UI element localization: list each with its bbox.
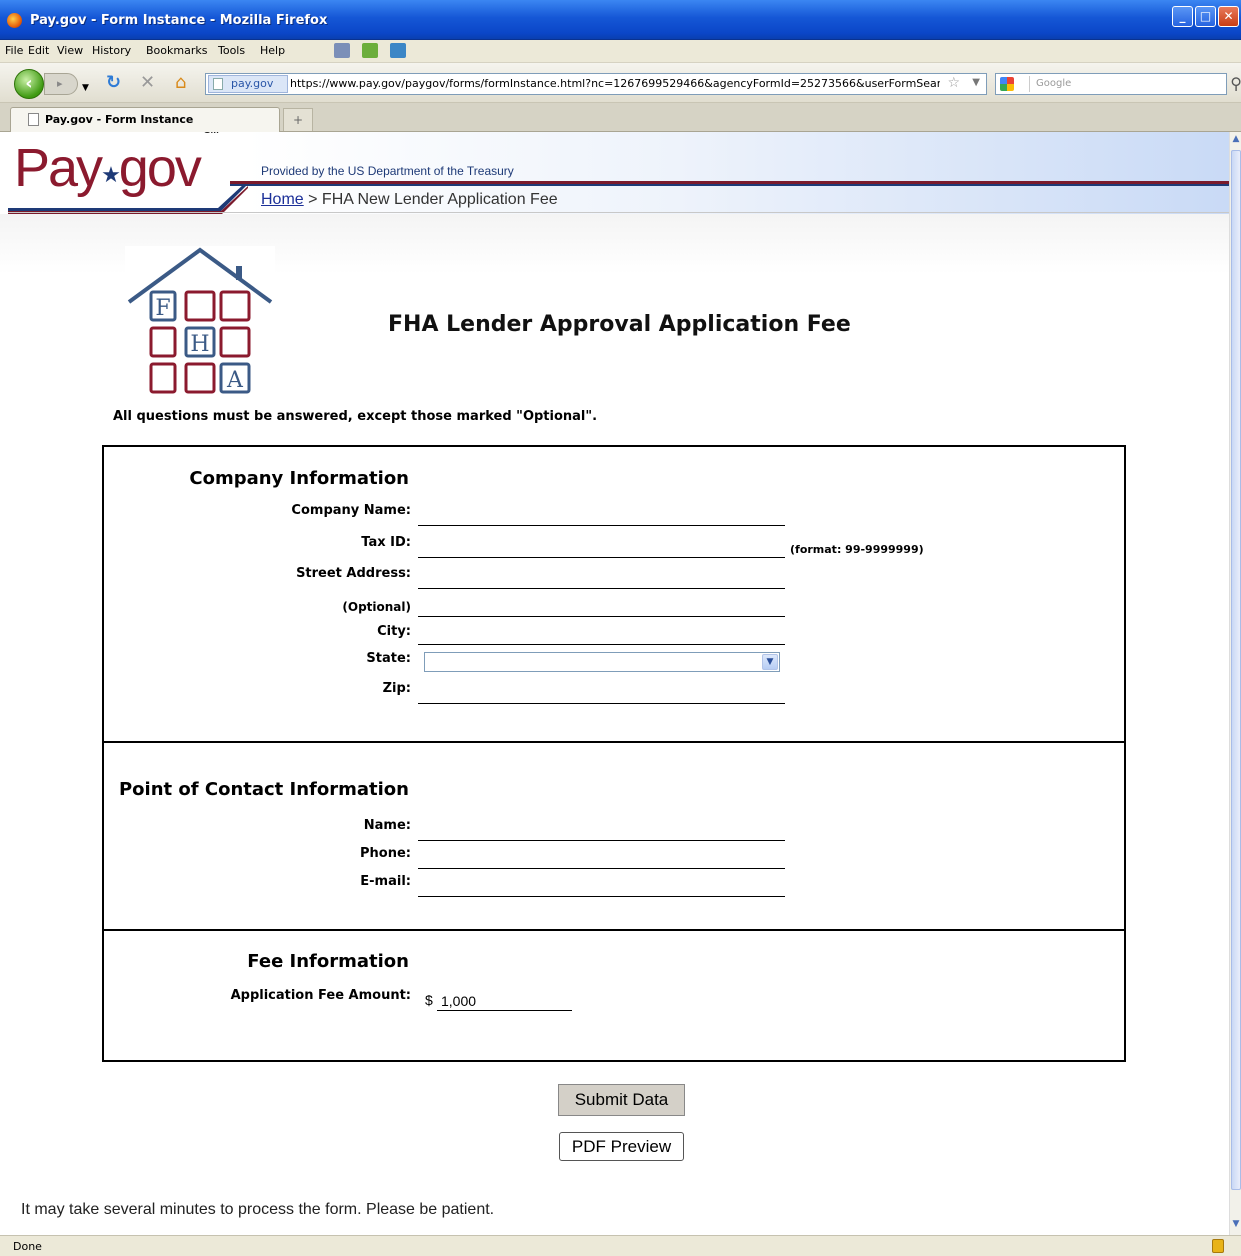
zip-label: Zip: [382,681,411,696]
service-mark: SM [204,132,219,136]
lock-icon[interactable] [1212,1239,1224,1253]
state-label: State: [366,651,411,666]
url-dropdown-icon[interactable]: ▼ [972,77,980,88]
title-bar: Pay.gov - Form Instance - Mozilla Firefo… [0,0,1241,40]
navigation-toolbar: ▸ ‹ ▼ ↻ ✕ ⌂ pay.gov https://www.pay.gov/… [0,63,1241,103]
chevron-down-icon[interactable]: ▼ [762,654,778,670]
header-bottom-rule [8,212,1229,213]
point-of-contact-section: Point of Contact Information Name: Phone… [102,741,1126,931]
contact-phone-label: Phone: [360,846,411,861]
stop-icon[interactable]: ✕ [140,74,155,92]
address-bar[interactable]: pay.gov https://www.pay.gov/paygov/forms… [205,73,987,95]
fee-information-section: Fee Information Application Fee Amount: … [102,929,1126,1062]
star-icon: ★ [101,162,121,187]
menu-view[interactable]: View [57,44,83,57]
google-icon [1000,77,1014,91]
back-button[interactable]: ‹ [14,69,44,99]
header-divider-blue [230,184,1229,186]
street-address-label: Street Address: [296,566,411,581]
city-label: City: [377,624,411,639]
menu-file[interactable]: File [5,44,23,57]
point-of-contact-heading: Point of Contact Information [118,779,409,800]
bookmark-star-icon[interactable]: ☆ [947,75,960,91]
vertical-scrollbar[interactable]: ▲ ▼ [1229,132,1241,1235]
firefox-icon [7,13,22,28]
company-name-label: Company Name: [291,503,411,518]
state-select[interactable]: ▼ [424,652,780,672]
currency-symbol: $ [425,992,433,1008]
reload-icon[interactable]: ↻ [106,74,121,92]
bookmark-manager-icon[interactable] [390,43,406,58]
tax-id-label: Tax ID: [361,535,411,550]
tax-id-input[interactable] [418,538,785,558]
page-viewport: Pay★govSM Provided by the US Department … [0,132,1229,1235]
forward-button[interactable]: ▸ [44,73,78,95]
minimize-button[interactable]: _ [1172,6,1193,27]
processing-note: It may take several minutes to process t… [21,1201,495,1218]
menu-bookmarks[interactable]: Bookmarks [146,44,207,57]
history-dropdown-icon[interactable]: ▼ [82,79,89,97]
fee-amount-input[interactable] [437,991,572,1011]
fha-letter-a: A [226,368,244,393]
street-address-line2-input[interactable] [418,597,785,617]
menu-edit[interactable]: Edit [28,44,49,57]
menu-tools[interactable]: Tools [218,44,245,57]
fha-letter-f: F [155,296,170,321]
breadcrumb-home-link[interactable]: Home [261,191,304,208]
tab-form-instance[interactable]: Pay.gov - Form Instance [10,107,280,132]
company-information-heading: Company Information [189,468,409,489]
fha-logo: F H A [125,246,275,394]
contact-email-input[interactable] [418,877,785,897]
scrollbar-thumb[interactable] [1231,150,1241,1190]
provided-by-text: Provided by the US Department of the Tre… [261,164,514,178]
fee-information-heading: Fee Information [247,951,409,972]
city-input[interactable] [418,625,785,645]
tax-id-format-hint: (format: 99-9999999) [790,543,924,556]
menu-history[interactable]: History [92,44,131,57]
form-title: FHA Lender Approval Application Fee [388,312,851,337]
site-identity-button[interactable]: pay.gov [208,75,288,93]
menu-help[interactable]: Help [260,44,285,57]
fee-amount-label: Application Fee Amount: [230,988,411,1003]
url-text[interactable]: https://www.pay.gov/paygov/forms/formIns… [290,77,940,90]
contact-name-input[interactable] [418,821,785,841]
status-text: Done [13,1240,42,1253]
window-title: Pay.gov - Form Instance - Mozilla Firefo… [30,13,328,28]
paygov-logo[interactable]: Pay★govSM [14,132,219,206]
home-icon[interactable]: ⌂ [175,74,186,92]
page-icon [213,78,223,90]
contact-email-label: E-mail: [360,874,411,889]
contact-name-label: Name: [363,818,411,833]
form-instruction: All questions must be answered, except t… [113,409,598,424]
pdf-preview-button[interactable]: PDF Preview [559,1132,684,1161]
breadcrumb-current: FHA New Lender Application Fee [321,191,558,208]
search-icon[interactable]: ⚲ [1230,74,1241,93]
new-tab-button[interactable]: + [283,108,313,131]
company-name-input[interactable] [418,506,785,526]
tab-bar: Pay.gov - Form Instance + [0,103,1241,132]
maximize-button[interactable]: □ [1195,6,1216,27]
contact-phone-input[interactable] [418,849,785,869]
street-address-input[interactable] [418,569,785,589]
search-placeholder: Google [1036,78,1072,89]
street-address-optional-label: (Optional) [342,600,411,614]
tab-label: Pay.gov - Form Instance [45,113,194,126]
scroll-down-icon[interactable]: ▼ [1231,1219,1241,1233]
page-icon [28,113,39,126]
company-information-section: Company Information Company Name: Tax ID… [102,445,1126,743]
scroll-up-icon[interactable]: ▲ [1231,134,1241,148]
menu-bar: File Edit View History Bookmarks Tools H… [0,40,1241,63]
fha-letter-h: H [190,332,209,357]
print-icon[interactable] [334,43,350,58]
status-bar: Done [0,1235,1241,1256]
search-engine-button[interactable] [998,76,1030,92]
add-bookmark-icon[interactable] [362,43,378,58]
breadcrumb-separator: > [303,191,322,208]
breadcrumb: Home > FHA New Lender Application Fee [261,191,558,209]
zip-input[interactable] [418,684,785,704]
submit-data-button[interactable]: Submit Data [558,1084,685,1116]
search-bar[interactable]: Google ⚲ [995,73,1241,95]
close-button[interactable]: ✕ [1218,6,1239,27]
